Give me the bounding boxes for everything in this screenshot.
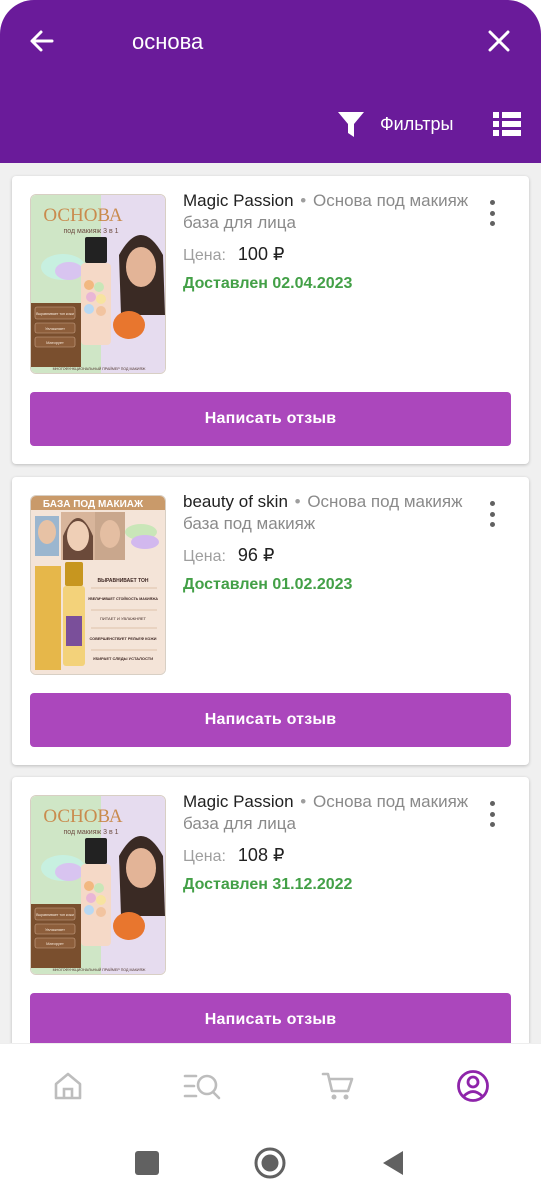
profile-icon bbox=[457, 1070, 489, 1102]
more-vertical-icon bbox=[489, 801, 495, 806]
recents-square-icon bbox=[135, 1151, 159, 1175]
image-tag: СОВЕРШЕНСТВУЕТ РЕЛЬЕФ КОЖИ bbox=[90, 637, 157, 641]
price-row: Цена: 100 ₽ bbox=[183, 244, 473, 265]
image-tag: Выравнивает тон кожи bbox=[36, 913, 74, 917]
image-tag: ПИТАЕТ И УВЛАЖНЯЕТ bbox=[100, 616, 147, 621]
image-tag: УБИРАЕТ СЛЕДЫ УСТАЛОСТИ bbox=[93, 656, 153, 661]
product-brand: Magic Passion bbox=[183, 191, 294, 210]
recents-button[interactable] bbox=[129, 1145, 165, 1181]
price-label: Цена: bbox=[183, 247, 226, 264]
price-label: Цена: bbox=[183, 848, 226, 865]
delivery-status: Доставлен 01.02.2023 bbox=[183, 576, 353, 593]
product-title: Magic Passion • Основа под макияж база д… bbox=[183, 190, 473, 234]
nav-cart[interactable] bbox=[316, 1066, 360, 1106]
filters-button[interactable]: Фильтры bbox=[336, 106, 453, 142]
image-tag: Матирует bbox=[46, 941, 64, 946]
product-title: beauty of skin • Основа под макияж база … bbox=[183, 491, 473, 535]
image-subheading: под макияж 3 в 1 bbox=[63, 829, 118, 836]
more-options-button[interactable] bbox=[482, 196, 502, 230]
filters-label: Фильтры bbox=[380, 113, 454, 134]
product-image[interactable]: БАЗА ПОД МАКИАЖ ВЫРАВНИВАЕТ ТОН УВЕЛИЧИВ… bbox=[30, 495, 166, 675]
system-navigation-bar bbox=[0, 1127, 541, 1200]
product-image[interactable]: ОСНОВА под макияж 3 в 1 Выравнивает тон … bbox=[30, 194, 166, 374]
separator-dot: • bbox=[300, 792, 307, 811]
back-button[interactable] bbox=[26, 25, 58, 57]
delivery-status: Доставлен 31.12.2022 bbox=[183, 876, 353, 893]
product-brand: beauty of skin bbox=[183, 492, 288, 511]
product-info[interactable]: Magic Passion • Основа под макияж база д… bbox=[183, 190, 473, 293]
image-heading: ОСНОВА bbox=[43, 205, 123, 226]
back-triangle-icon bbox=[383, 1151, 403, 1175]
close-icon bbox=[488, 30, 510, 52]
image-tag: Увлажняет bbox=[45, 326, 65, 331]
image-tag: УВЕЛИЧИВАЕТ СТОЙКОСТЬ МАКИЯЖА bbox=[88, 597, 158, 601]
image-subheading: под макияж 3 в 1 bbox=[63, 228, 118, 235]
product-brand: Magic Passion bbox=[183, 792, 294, 811]
back-system-button[interactable] bbox=[375, 1145, 411, 1181]
nav-catalog[interactable] bbox=[180, 1066, 224, 1106]
funnel-icon bbox=[338, 112, 364, 137]
order-card: БАЗА ПОД МАКИАЖ ВЫРАВНИВАЕТ ТОН УВЕЛИЧИВ… bbox=[12, 477, 529, 765]
search-query[interactable]: основа bbox=[132, 28, 203, 56]
home-system-button[interactable] bbox=[252, 1145, 288, 1181]
price-value: 100 ₽ bbox=[237, 244, 285, 264]
delivery-status: Доставлен 02.04.2023 bbox=[183, 275, 353, 292]
image-tag: Матирует bbox=[46, 340, 64, 345]
more-vertical-icon bbox=[489, 200, 495, 205]
list-view-icon bbox=[493, 112, 521, 136]
image-tag: Выравнивает тон кожи bbox=[36, 312, 74, 316]
separator-dot: • bbox=[294, 492, 301, 511]
write-review-button[interactable]: Написать отзыв bbox=[30, 993, 511, 1043]
product-info[interactable]: Magic Passion • Основа под макияж база д… bbox=[183, 791, 473, 894]
order-card: ОСНОВА под макияж 3 в 1 Выравнивает тон … bbox=[12, 176, 529, 464]
home-circle-icon bbox=[254, 1147, 286, 1179]
more-options-button[interactable] bbox=[482, 797, 502, 831]
more-vertical-icon bbox=[489, 501, 495, 506]
separator-dot: • bbox=[300, 191, 307, 210]
order-card: ОСНОВА под макияж 3 в 1 Выравнивает тон … bbox=[12, 777, 529, 1043]
catalog-search-icon bbox=[183, 1074, 221, 1100]
arrow-left-icon bbox=[30, 30, 54, 52]
price-label: Цена: bbox=[183, 548, 226, 565]
write-review-button[interactable]: Написать отзыв bbox=[30, 693, 511, 747]
nav-profile[interactable] bbox=[451, 1066, 495, 1106]
write-review-button[interactable]: Написать отзыв bbox=[30, 392, 511, 446]
list-view-toggle[interactable] bbox=[492, 110, 522, 138]
price-row: Цена: 96 ₽ bbox=[183, 545, 473, 566]
orders-list[interactable]: ОСНОВА под макияж 3 в 1 Выравнивает тон … bbox=[0, 163, 541, 1043]
more-options-button[interactable] bbox=[482, 497, 502, 531]
product-title: Magic Passion • Основа под макияж база д… bbox=[183, 791, 473, 835]
image-heading: БАЗА ПОД МАКИАЖ bbox=[43, 499, 144, 510]
image-heading: ОСНОВА bbox=[43, 806, 123, 827]
nav-home[interactable] bbox=[46, 1066, 90, 1106]
image-tag: ВЫРАВНИВАЕТ ТОН bbox=[97, 578, 148, 584]
bottom-navigation bbox=[0, 1043, 541, 1127]
price-row: Цена: 108 ₽ bbox=[183, 845, 473, 866]
price-value: 96 ₽ bbox=[237, 545, 275, 565]
app-header: основа Фильтры bbox=[0, 0, 541, 163]
image-tag: Увлажняет bbox=[45, 927, 65, 932]
product-info[interactable]: beauty of skin • Основа под макияж база … bbox=[183, 491, 473, 594]
price-value: 108 ₽ bbox=[237, 845, 285, 865]
image-footer: МНОГОФУНКЦИОНАЛЬНЫЙ ПРАЙМЕР ПОД МАКИЯЖ bbox=[53, 968, 147, 972]
home-icon bbox=[54, 1072, 82, 1100]
image-footer: МНОГОФУНКЦИОНАЛЬНЫЙ ПРАЙМЕР ПОД МАКИЯЖ bbox=[53, 367, 147, 371]
cart-icon bbox=[321, 1072, 354, 1100]
clear-search-button[interactable] bbox=[484, 26, 514, 56]
product-image[interactable]: ОСНОВА под макияж 3 в 1 Выравнивает тон … bbox=[30, 795, 166, 975]
